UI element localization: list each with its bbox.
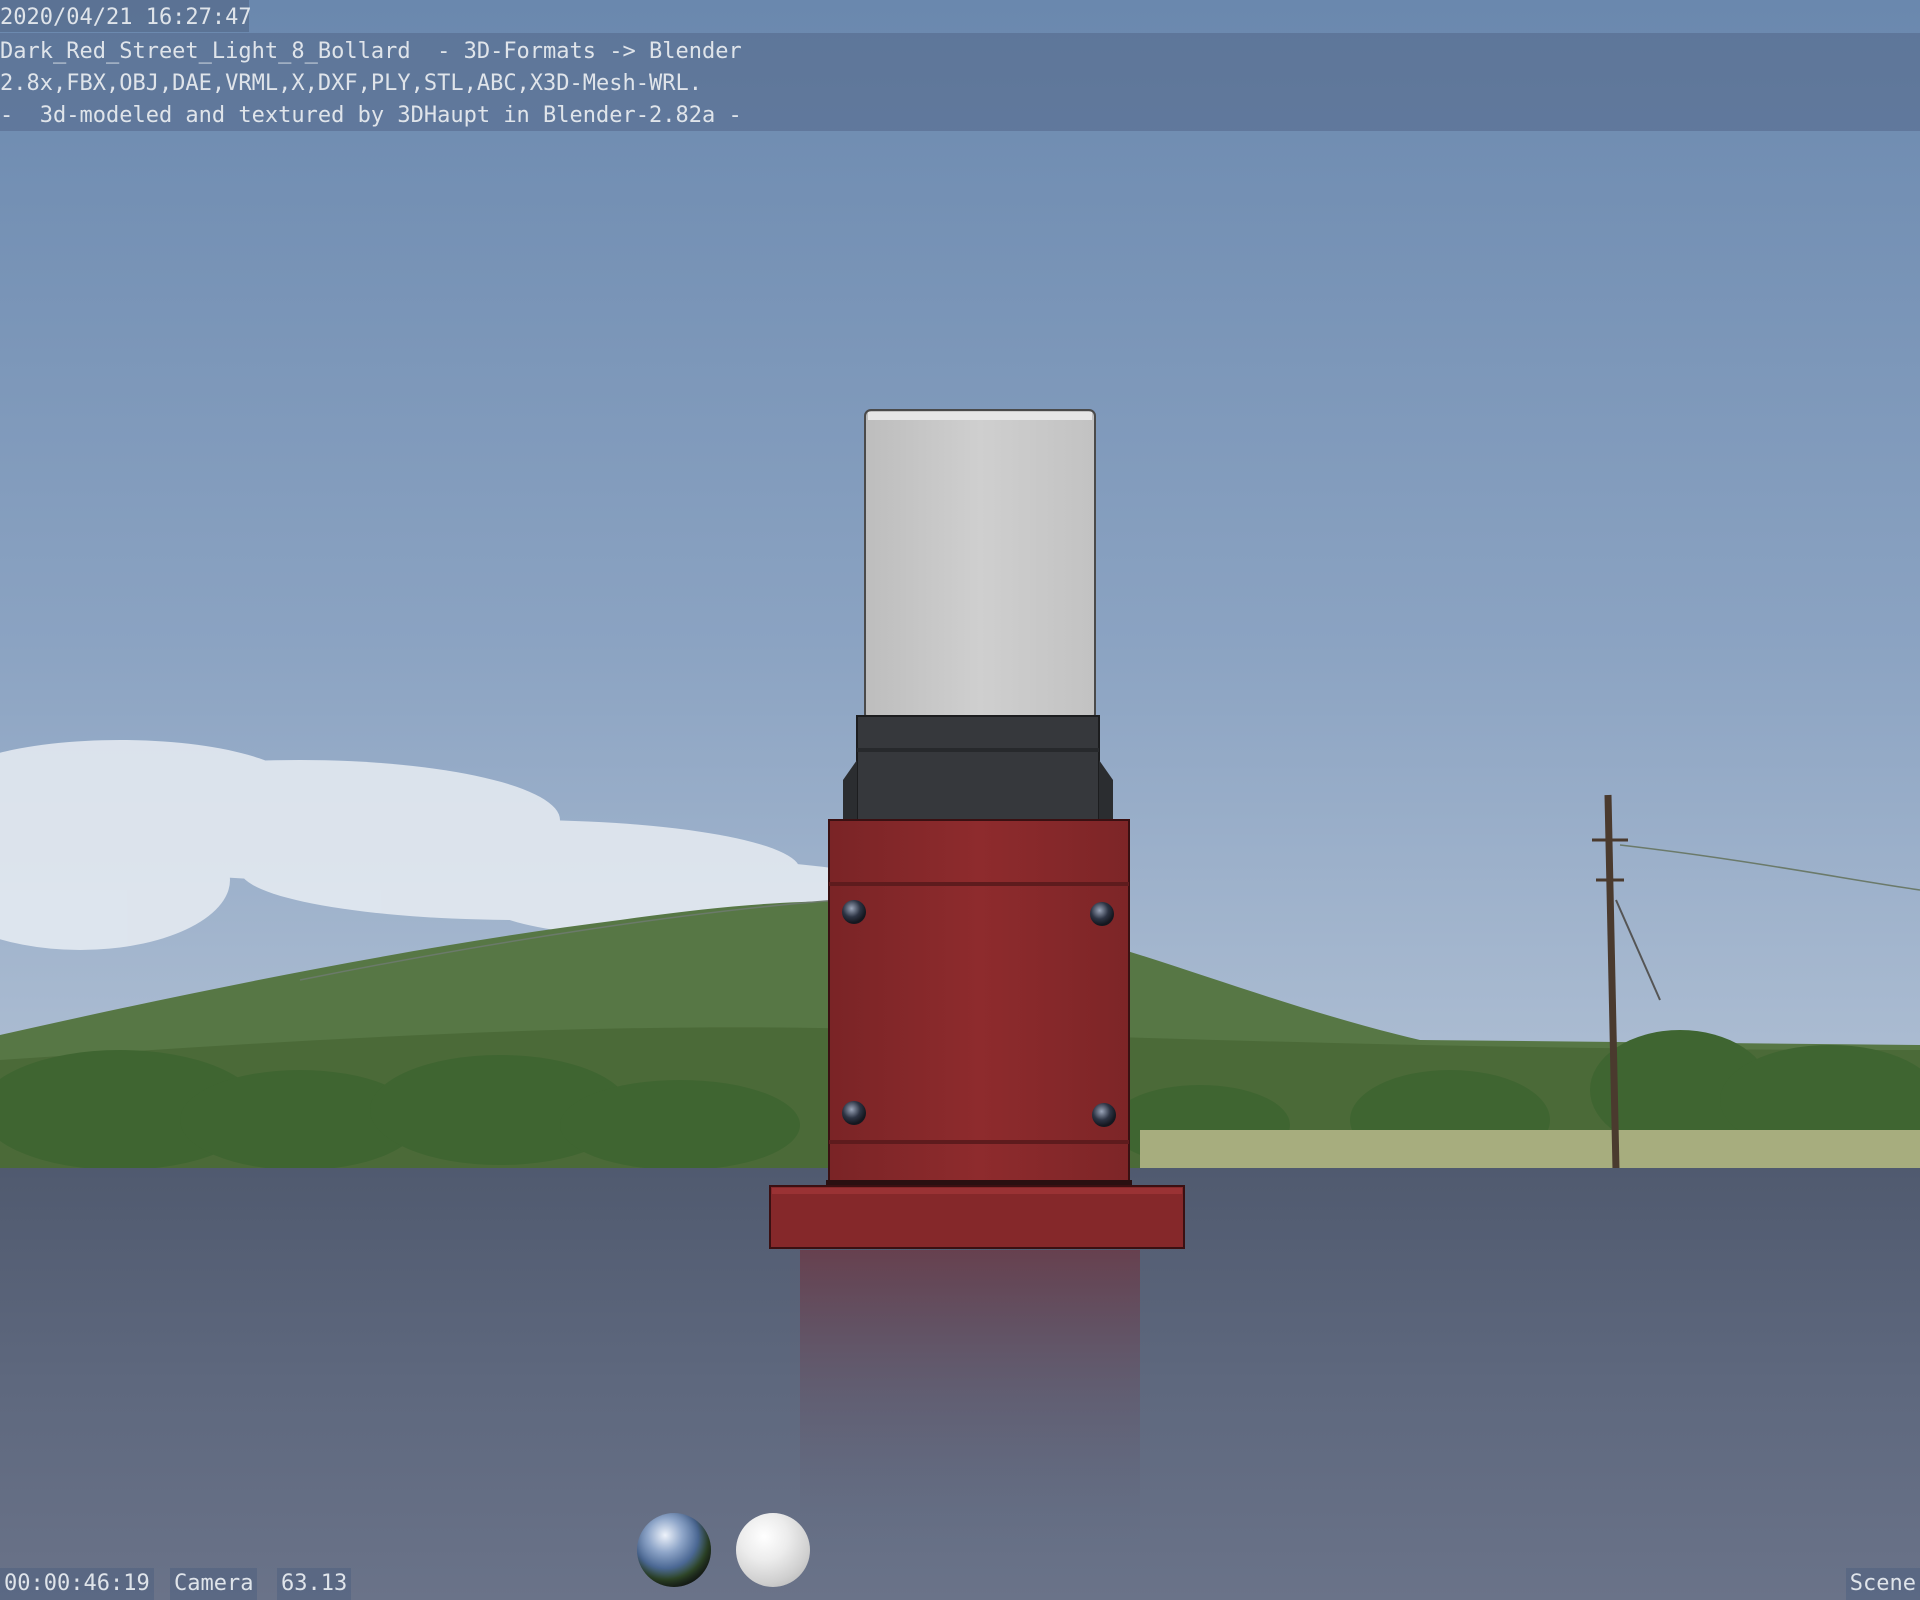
bolt — [842, 900, 866, 924]
render-timestamp: 2020/04/21 16:27:47 — [0, 5, 252, 30]
render-viewport[interactable] — [0, 0, 1920, 1600]
bolt — [1092, 1103, 1116, 1127]
hdri-preview-sphere-icon[interactable] — [637, 1513, 711, 1587]
timecode-readout: 00:00:46:19 — [0, 1568, 154, 1600]
bollard-body — [828, 819, 1130, 1183]
overlay-line-credit: - 3d-modeled and textured by 3DHaupt in … — [0, 103, 742, 128]
camera-name: Camera — [170, 1568, 258, 1600]
bollard-base — [769, 1185, 1185, 1249]
bollard-lamp-lens — [864, 409, 1096, 721]
lens-value: 63.13 — [277, 1568, 352, 1600]
bolt — [1090, 902, 1114, 926]
overlay-line-title: Dark_Red_Street_Light_8_Bollard - 3D-For… — [0, 39, 742, 64]
bollard-reflection — [800, 1250, 1140, 1550]
overlay-line-formats: 2.8x,FBX,OBJ,DAE,VRML,X,DXF,PLY,STL,ABC,… — [0, 71, 702, 96]
grass-field — [1140, 1130, 1920, 1170]
diffuse-preview-sphere-icon[interactable] — [736, 1513, 810, 1587]
bolt — [842, 1101, 866, 1125]
bollard-housing — [856, 715, 1100, 821]
scene-name: Scene — [1845, 1568, 1920, 1600]
